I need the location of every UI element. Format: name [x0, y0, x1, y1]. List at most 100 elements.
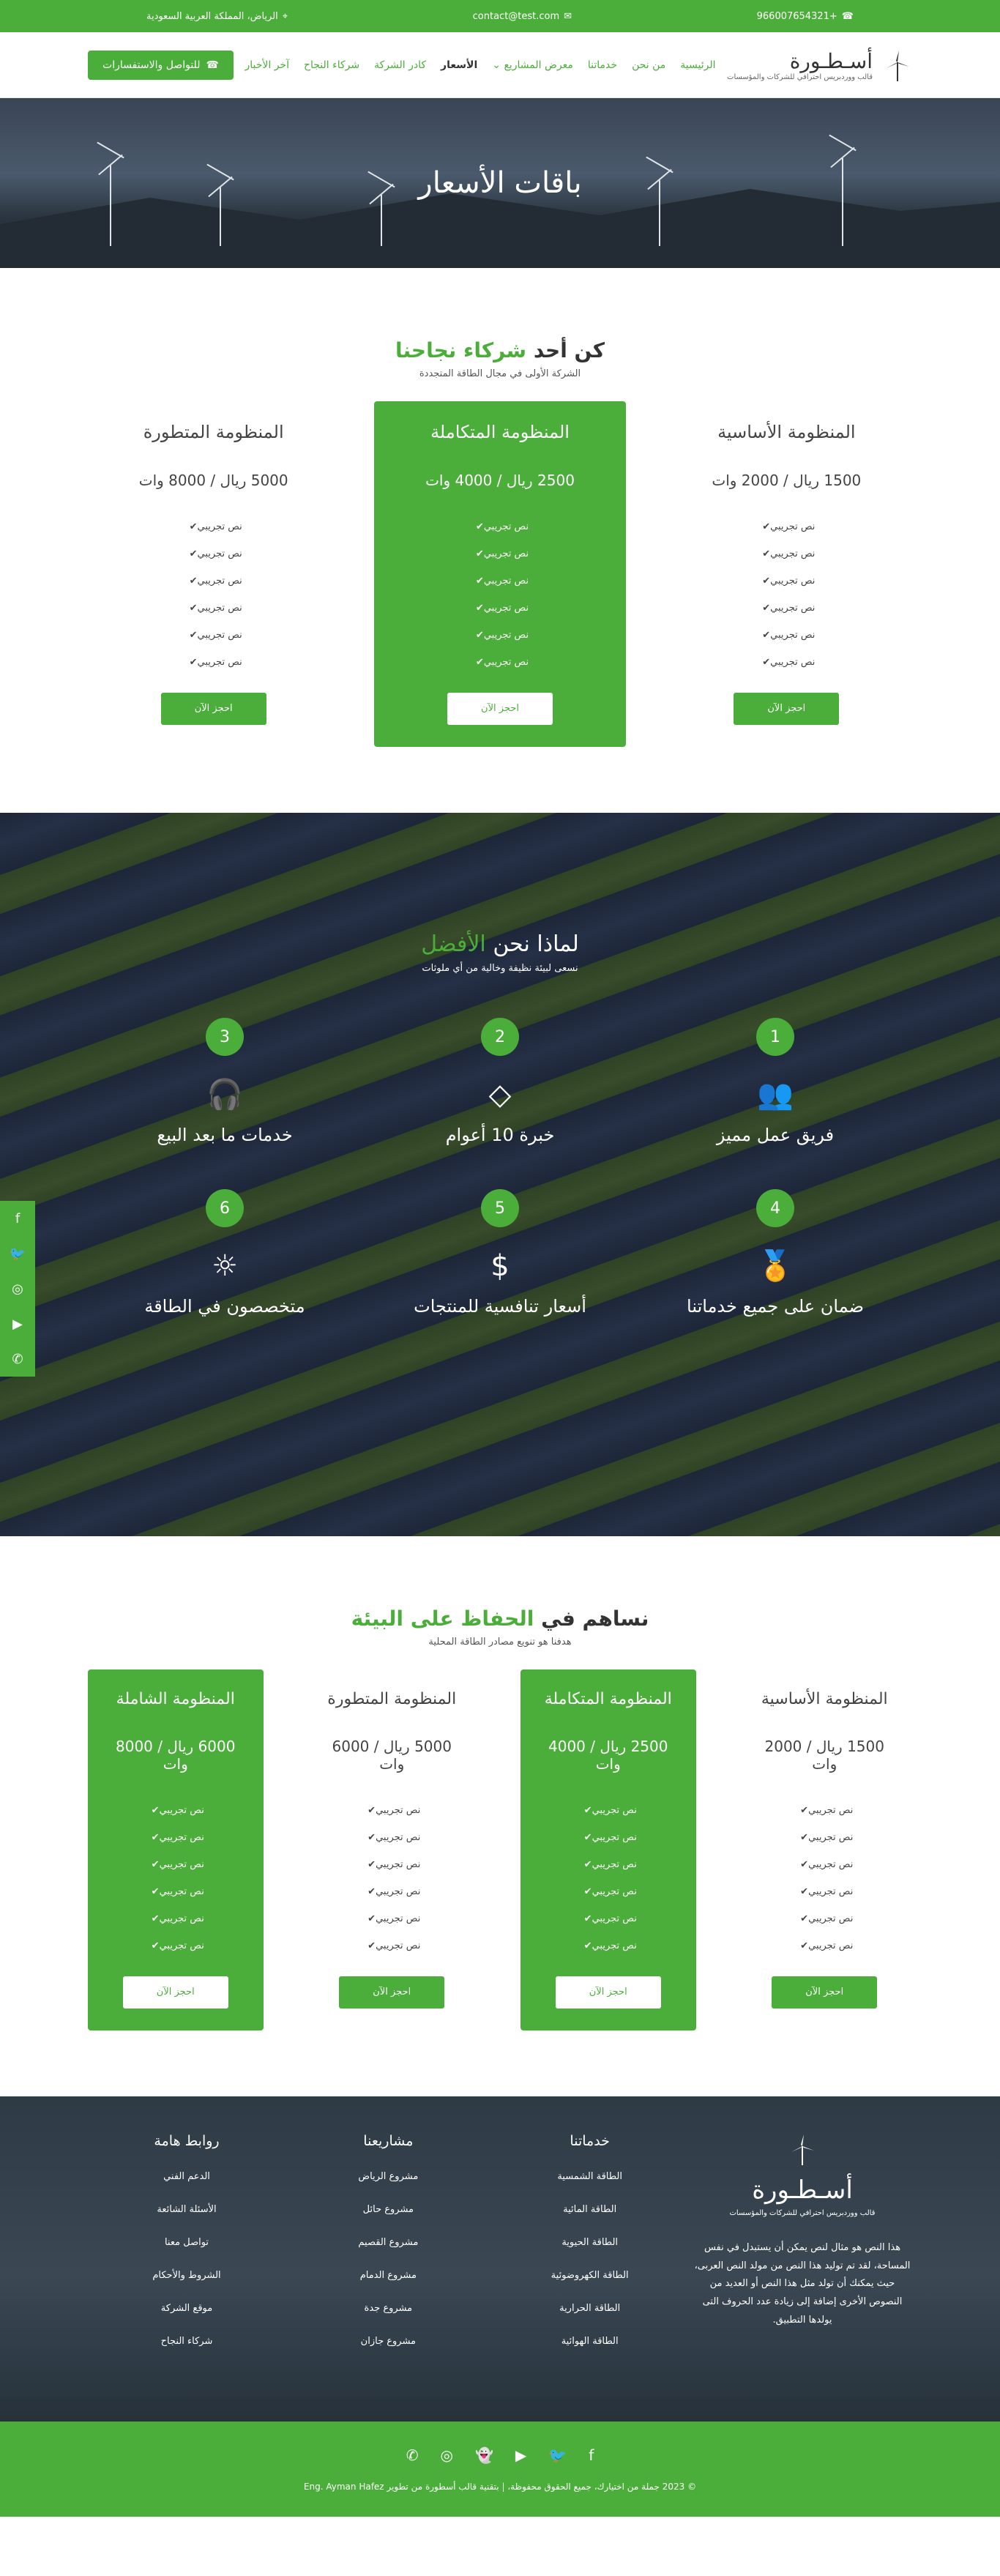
- footer-link[interactable]: مشروع الدمام: [289, 2270, 487, 2281]
- feature-number-badge: 3: [206, 1018, 244, 1056]
- footer-link[interactable]: الأسئلة الشائعة: [88, 2204, 286, 2215]
- hero-banner: باقات الأسعار: [0, 98, 1000, 268]
- navbar: أسـطـورة قالب ووردبريس احترافي للشركات و…: [0, 32, 1000, 98]
- location-text: الرياض، المملكة العربية السعودية: [146, 10, 278, 22]
- nav-home[interactable]: الرئيسية: [680, 59, 715, 71]
- check-icon: ✔: [189, 603, 198, 614]
- feature-item: 6 ☼ متخصصون في الطاقة: [87, 1189, 362, 1317]
- instagram-icon[interactable]: ◎: [441, 2446, 453, 2464]
- section-title: نساهم في الحفاظ على البيئة: [88, 1607, 912, 1631]
- plan-price: 5000 ريال / 6000 وات: [332, 1738, 452, 1773]
- plan-features: نص تجريبي✔ نص تجريبي✔ نص تجريبي✔ نص تجري…: [676, 521, 898, 668]
- footer-link[interactable]: مشروع الرياض: [289, 2171, 487, 2182]
- whatsapp-icon[interactable]: ✆: [0, 1341, 35, 1377]
- book-now-button[interactable]: احجز الآن: [339, 1976, 445, 2009]
- book-now-button[interactable]: احجز الآن: [555, 1976, 661, 2009]
- wind-turbine-logo-icon: [791, 2134, 814, 2165]
- feature-item: 3 🎧 خدمات ما بعد البيع: [87, 1018, 362, 1145]
- book-now-button[interactable]: احجز الآن: [160, 693, 266, 725]
- footer-link[interactable]: مشروع حائل: [289, 2204, 487, 2215]
- nav-partners[interactable]: شركاء النجاح: [304, 59, 359, 71]
- footer-link[interactable]: الطاقة الكهروضوئية: [491, 2270, 689, 2281]
- footer-link[interactable]: الشروط والأحكام: [88, 2270, 286, 2281]
- book-now-button[interactable]: احجز الآن: [772, 1976, 878, 2009]
- footer-link[interactable]: مشروع القصيم: [289, 2237, 487, 2248]
- check-icon: ✔: [151, 1832, 160, 1843]
- feature-label: فريق عمل مميز: [716, 1125, 835, 1145]
- phone-contact[interactable]: ☎ +966007654321: [757, 11, 854, 22]
- plan-feature: نص تجريبي✔: [583, 1859, 637, 1870]
- book-now-button[interactable]: احجز الآن: [122, 1976, 228, 2009]
- footer-about-text: هذا النص هو مثال لنص يمكن أن يستبدل في ن…: [694, 2242, 911, 2326]
- plan-card-basic: المنظومة الأساسية 1500 ريال / 2000 وات ن…: [737, 1669, 913, 2030]
- nav-projects-label: معرض المشاريع: [504, 59, 573, 71]
- nav-pricing[interactable]: الأسعار: [441, 59, 477, 71]
- book-now-button[interactable]: احجز الآن: [447, 693, 553, 725]
- footer-link[interactable]: شركاء النجاح: [88, 2336, 286, 2347]
- footer-link[interactable]: الدعم الفني: [88, 2171, 286, 2182]
- snapchat-icon[interactable]: 👻: [475, 2446, 493, 2464]
- feature-number-badge: 6: [206, 1189, 244, 1227]
- twitter-icon[interactable]: 🐦: [548, 2446, 567, 2464]
- nav-projects[interactable]: معرض المشاريع ⌄: [492, 59, 573, 71]
- footer-link[interactable]: مشروع جدة: [289, 2303, 487, 2314]
- check-icon: ✔: [151, 1940, 160, 1951]
- instagram-icon[interactable]: ◎: [0, 1271, 35, 1306]
- twitter-icon[interactable]: 🐦: [0, 1236, 35, 1271]
- check-icon: ✔: [367, 1886, 376, 1897]
- plan-name: المنظومة المتطورة: [327, 1690, 457, 1708]
- turbine-shape: [659, 180, 660, 246]
- plan-feature: نص تجريبي✔: [475, 548, 529, 559]
- facebook-icon[interactable]: f: [589, 2446, 594, 2464]
- brand-logo[interactable]: أسـطـورة قالب ووردبريس احترافي للشركات و…: [727, 49, 912, 81]
- footer-link[interactable]: موقع الشركة: [88, 2303, 286, 2314]
- plan-feature: نص تجريبي✔: [800, 1913, 854, 1924]
- footer-link[interactable]: الطاقة الشمسية: [491, 2171, 689, 2182]
- plan-price: 1500 ريال / 2000 وات: [712, 472, 862, 489]
- footer-brand-name: أسـطـورة: [752, 2175, 853, 2205]
- plan-price: 6000 ريال / 8000 وات: [116, 1738, 236, 1773]
- facebook-icon[interactable]: f: [0, 1201, 35, 1236]
- check-icon: ✔: [800, 1859, 809, 1870]
- phone-icon: ☎: [206, 59, 219, 71]
- plan-card-advanced: المنظومة المتطورة 5000 ريال / 8000 وات ن…: [88, 401, 339, 747]
- footer-column-links: روابط هامة الدعم الفني الأسئلة الشائعة ت…: [88, 2133, 286, 2369]
- check-icon: ✔: [367, 1913, 376, 1924]
- book-now-button[interactable]: احجز الآن: [734, 693, 840, 725]
- nav-services[interactable]: خدماتنا: [588, 59, 617, 71]
- phone-icon: ☎: [841, 10, 854, 22]
- check-icon: ✔: [367, 1940, 376, 1951]
- footer-link[interactable]: مشروع جازان: [289, 2336, 487, 2347]
- check-icon: ✔: [583, 1805, 592, 1816]
- check-icon: ✔: [583, 1832, 592, 1843]
- plan-feature: نص تجريبي✔: [762, 630, 816, 641]
- dollar-icon: $: [490, 1249, 510, 1283]
- footer-link[interactable]: الطاقة الحرارية: [491, 2303, 689, 2314]
- plan-feature: نص تجريبي✔: [583, 1832, 637, 1843]
- section-title-highlight: الحفاظ على البيئة: [351, 1607, 534, 1631]
- footer-link[interactable]: الطاقة المائية: [491, 2204, 689, 2215]
- check-icon: ✔: [583, 1886, 592, 1897]
- plan-feature: نص تجريبي✔: [151, 1832, 204, 1843]
- youtube-icon[interactable]: ▶: [0, 1306, 35, 1341]
- nav-about[interactable]: من نحن: [632, 59, 665, 71]
- location-contact: ⌖ الرياض، المملكة العربية السعودية: [146, 11, 288, 22]
- footer-link[interactable]: تواصل معنا: [88, 2237, 286, 2248]
- youtube-icon[interactable]: ▶: [515, 2446, 526, 2464]
- plan-name: المنظومة الأساسية: [761, 1690, 888, 1708]
- nav-news[interactable]: آخر الأخبار: [245, 59, 289, 71]
- footer-link[interactable]: الطاقة الهوائية: [491, 2336, 689, 2347]
- whatsapp-icon[interactable]: ✆: [406, 2446, 419, 2464]
- footer-link[interactable]: الطاقة الحيوية: [491, 2237, 689, 2248]
- section-title-prefix: كن أحد: [533, 338, 605, 362]
- chevron-down-icon: ⌄: [492, 59, 501, 71]
- contact-cta-button[interactable]: ☎ للتواصل والاستفسارات: [88, 50, 234, 80]
- check-icon: ✔: [583, 1859, 592, 1870]
- email-contact[interactable]: ✉ contact@test.com: [473, 11, 572, 22]
- plan-feature: نص تجريبي✔: [151, 1940, 204, 1951]
- section-subtitle: هدفنا هو تنويع مصادر الطاقة المحلية: [428, 1637, 572, 1648]
- nav-team[interactable]: كادر الشركة: [374, 59, 426, 71]
- feature-item: 2 ◇ خبرة 10 أعوام: [362, 1018, 638, 1145]
- footer-brand-tagline: قالب ووردبريس احترافي للشركات والمؤسسات: [729, 2209, 876, 2217]
- plan-name: المنظومة المتكاملة: [544, 1690, 672, 1708]
